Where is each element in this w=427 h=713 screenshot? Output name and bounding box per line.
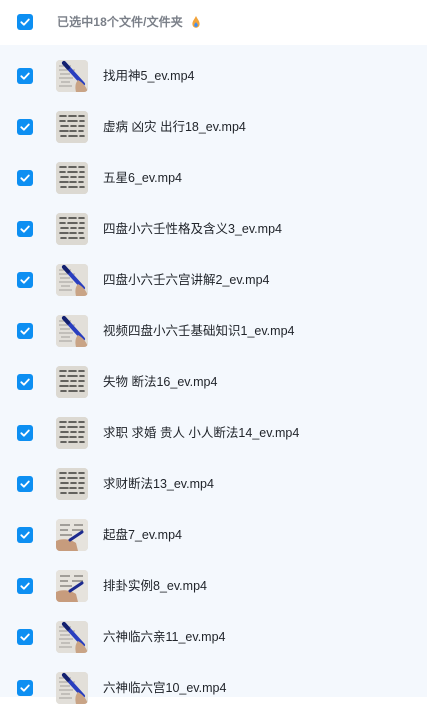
file-name: 六神临六宫10_ev.mp4 <box>103 680 227 695</box>
thumbnail-image <box>56 59 88 92</box>
file-list: 找用神5_ev.mp4 虚病 凶灾 出行18_ev.mp4 五星6_ev.mp4… <box>0 45 427 704</box>
checkmark-icon <box>20 123 30 131</box>
thumbnail-image <box>56 671 88 704</box>
file-row[interactable]: 六神临六亲11_ev.mp4 <box>0 611 427 662</box>
file-name: 视频四盘小六壬基础知识1_ev.mp4 <box>103 323 295 338</box>
file-row[interactable]: 失物 断法16_ev.mp4 <box>0 356 427 407</box>
file-name: 四盘小六壬六宫讲解2_ev.mp4 <box>103 272 270 287</box>
checkmark-icon <box>20 174 30 182</box>
file-row[interactable]: 视频四盘小六壬基础知识1_ev.mp4 <box>0 305 427 356</box>
video-thumbnail <box>56 110 88 143</box>
checkmark-icon <box>20 327 30 335</box>
file-checkbox[interactable] <box>17 271 33 288</box>
file-name: 求职 求婚 贵人 小人断法14_ev.mp4 <box>103 425 300 440</box>
selection-header: 已选中18个文件/文件夹 <box>0 0 427 45</box>
selection-count-label: 已选中18个文件/文件夹 <box>57 15 183 29</box>
select-all-checkbox[interactable] <box>17 14 33 30</box>
checkmark-icon <box>20 684 30 692</box>
file-checkbox[interactable] <box>17 424 33 441</box>
file-row[interactable]: 四盘小六壬性格及含义3_ev.mp4 <box>0 203 427 254</box>
checkmark-icon <box>20 582 30 590</box>
video-thumbnail <box>56 467 88 500</box>
file-checkbox[interactable] <box>17 679 33 696</box>
file-row[interactable]: 六神临六宫10_ev.mp4 <box>0 662 427 713</box>
thumbnail-image <box>56 263 88 296</box>
file-row[interactable]: 排卦实例8_ev.mp4 <box>0 560 427 611</box>
file-name: 排卦实例8_ev.mp4 <box>103 578 207 593</box>
video-thumbnail <box>56 263 88 296</box>
file-row[interactable]: 虚病 凶灾 出行18_ev.mp4 <box>0 101 427 152</box>
file-row[interactable]: 求职 求婚 贵人 小人断法14_ev.mp4 <box>0 407 427 458</box>
file-name: 起盘7_ev.mp4 <box>103 527 182 542</box>
file-name: 失物 断法16_ev.mp4 <box>103 374 218 389</box>
checkmark-icon <box>20 531 30 539</box>
video-thumbnail <box>56 416 88 449</box>
file-checkbox[interactable] <box>17 67 33 84</box>
file-row[interactable]: 起盘7_ev.mp4 <box>0 509 427 560</box>
thumbnail-image <box>56 620 88 653</box>
file-name: 六神临六亲11_ev.mp4 <box>103 629 226 644</box>
file-checkbox[interactable] <box>17 475 33 492</box>
checkmark-icon <box>20 633 30 641</box>
thumbnail-image <box>56 110 88 143</box>
file-checkbox[interactable] <box>17 322 33 339</box>
checkmark-icon <box>20 429 30 437</box>
file-checkbox[interactable] <box>17 373 33 390</box>
video-thumbnail <box>56 518 88 551</box>
file-checkbox[interactable] <box>17 169 33 186</box>
thumbnail-image <box>56 467 88 500</box>
checkmark-icon <box>20 225 30 233</box>
checkmark-icon <box>20 276 30 284</box>
file-row[interactable]: 四盘小六壬六宫讲解2_ev.mp4 <box>0 254 427 305</box>
thumbnail-image <box>56 416 88 449</box>
file-checkbox[interactable] <box>17 526 33 543</box>
checkmark-icon <box>20 378 30 386</box>
file-row[interactable]: 找用神5_ev.mp4 <box>0 50 427 101</box>
file-name: 虚病 凶灾 出行18_ev.mp4 <box>103 119 246 134</box>
file-row[interactable]: 求财断法13_ev.mp4 <box>0 458 427 509</box>
checkmark-icon <box>20 72 30 80</box>
checkmark-icon <box>20 18 30 26</box>
video-thumbnail <box>56 671 88 704</box>
file-checkbox[interactable] <box>17 118 33 135</box>
video-thumbnail <box>56 59 88 92</box>
video-thumbnail <box>56 569 88 602</box>
file-checkbox[interactable] <box>17 628 33 645</box>
thumbnail-image <box>56 314 88 347</box>
video-thumbnail <box>56 212 88 245</box>
thumbnail-image <box>56 212 88 245</box>
file-checkbox[interactable] <box>17 220 33 237</box>
file-name: 五星6_ev.mp4 <box>103 170 182 185</box>
video-thumbnail <box>56 314 88 347</box>
file-row[interactable]: 五星6_ev.mp4 <box>0 152 427 203</box>
video-thumbnail <box>56 365 88 398</box>
video-thumbnail <box>56 620 88 653</box>
file-name: 四盘小六壬性格及含义3_ev.mp4 <box>103 221 282 236</box>
thumbnail-image <box>56 365 88 398</box>
thumbnail-image <box>56 518 88 551</box>
thumbnail-image <box>56 161 88 194</box>
file-name: 求财断法13_ev.mp4 <box>103 476 214 491</box>
hand-pointer-icon <box>192 16 200 28</box>
thumbnail-image <box>56 569 88 602</box>
video-thumbnail <box>56 161 88 194</box>
file-checkbox[interactable] <box>17 577 33 594</box>
file-name: 找用神5_ev.mp4 <box>103 68 195 83</box>
checkmark-icon <box>20 480 30 488</box>
